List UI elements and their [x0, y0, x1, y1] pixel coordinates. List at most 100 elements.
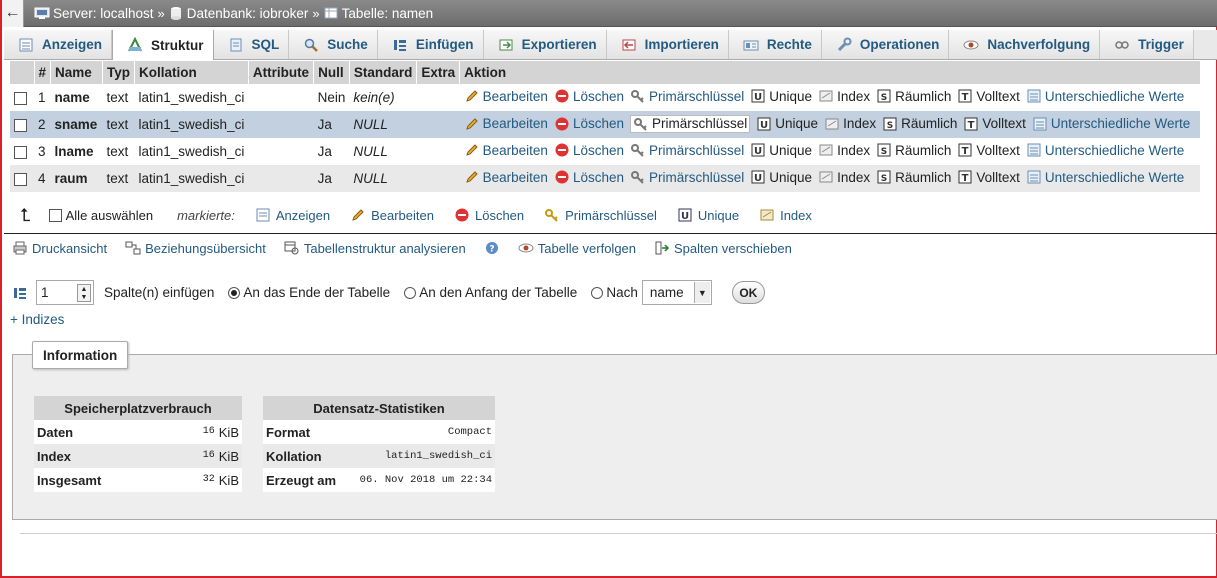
- bulk-unique-button[interactable]: U Unique: [677, 207, 739, 223]
- tab-export[interactable]: Exportieren: [483, 30, 607, 59]
- relations-link[interactable]: Beziehungsübersicht: [125, 240, 266, 256]
- action-primary-link[interactable]: Primärschlüssel: [630, 88, 744, 104]
- back-button[interactable]: ←: [2, 0, 24, 27]
- tab-tracking[interactable]: Nachverfolgung: [949, 30, 1101, 59]
- table-row[interactable]: 3 lname text latin1_swedish_ci Ja NULL Bearbei…: [10, 138, 1201, 165]
- action-unique-link[interactable]: U Unique: [750, 88, 812, 104]
- indexes-toggle-link[interactable]: + Indizes: [10, 312, 64, 327]
- action-distinct-link[interactable]: Unterschiedliche Werte: [1032, 116, 1190, 132]
- analyze-structure-link[interactable]: Tabellenstruktur analysieren: [284, 240, 466, 256]
- row-checkbox[interactable]: [14, 172, 27, 186]
- bulk-primary-button[interactable]: Primärschlüssel: [544, 207, 657, 223]
- position-after-option[interactable]: Nach: [591, 285, 638, 300]
- action-index-link[interactable]: Index: [824, 116, 876, 132]
- svg-text:S: S: [881, 93, 887, 103]
- help-link[interactable]: ?: [484, 240, 500, 256]
- tab-import[interactable]: Importieren: [606, 30, 729, 59]
- svg-text:S: S: [887, 121, 893, 131]
- column-name[interactable]: raum: [50, 165, 103, 192]
- trigger-icon: [1114, 37, 1130, 53]
- tab-search[interactable]: Suche: [289, 30, 378, 59]
- action-edit-link[interactable]: Bearbeiten: [464, 169, 548, 185]
- row-checkbox[interactable]: [14, 145, 27, 159]
- after-column-select[interactable]: name ▼: [641, 280, 712, 305]
- action-distinct-link[interactable]: Unterschiedliche Werte: [1026, 142, 1184, 158]
- action-fulltext-link[interactable]: T Volltext: [957, 88, 1020, 104]
- action-edit-link[interactable]: Bearbeiten: [464, 116, 548, 132]
- breadcrumb-server[interactable]: Server: localhost: [34, 5, 154, 21]
- column-collation: latin1_swedish_ci: [134, 138, 249, 165]
- tab-browse[interactable]: Anzeigen: [4, 30, 113, 59]
- stepper-arrows[interactable]: ▲ ▼: [77, 284, 91, 302]
- stat-value: latin1_swedish_ci: [345, 444, 495, 468]
- table-row[interactable]: 1 name text latin1_swedish_ci Nein kein(e) Bea…: [10, 84, 1201, 111]
- table-row[interactable]: 2 sname text latin1_swedish_ci Ja NULL Bearbei…: [10, 111, 1201, 138]
- action-edit-link[interactable]: Bearbeiten: [464, 88, 548, 104]
- bulk-edit-button[interactable]: Bearbeiten: [350, 207, 434, 223]
- action-delete-link[interactable]: Löschen: [554, 116, 624, 132]
- action-delete-link[interactable]: Löschen: [554, 142, 624, 158]
- column-type: text: [102, 84, 135, 111]
- action-delete-link[interactable]: Löschen: [554, 88, 624, 104]
- action-fulltext-link[interactable]: T Volltext: [957, 142, 1020, 158]
- action-distinct-link[interactable]: Unterschiedliche Werte: [1026, 169, 1184, 185]
- tab-operations[interactable]: Operationen: [821, 30, 950, 59]
- row-checkbox[interactable]: [14, 118, 27, 132]
- print-view-link[interactable]: Druckansicht: [12, 240, 107, 256]
- row-number: 1: [34, 84, 51, 111]
- action-spatial-link[interactable]: S Räumlich: [876, 169, 951, 185]
- spatial-icon: S: [876, 142, 892, 158]
- col-header-select: [10, 61, 35, 84]
- action-distinct-link[interactable]: Unterschiedliche Werte: [1026, 88, 1184, 104]
- ok-button[interactable]: OK: [731, 281, 765, 304]
- select-all-label[interactable]: Alle auswählen: [66, 208, 153, 223]
- tab-insert[interactable]: Einfügen: [377, 30, 484, 59]
- position-end-option[interactable]: An das Ende der Tabelle: [228, 285, 390, 300]
- column-count-stepper[interactable]: 1 ▲ ▼: [36, 280, 94, 305]
- tab-privileges[interactable]: Rechte: [728, 30, 822, 59]
- action-primary-link[interactable]: Primärschlüssel: [630, 142, 744, 158]
- position-after-radio[interactable]: [591, 287, 604, 300]
- tab-trigger[interactable]: Trigger: [1100, 30, 1194, 59]
- space-label: Index: [34, 444, 164, 468]
- breadcrumb-table[interactable]: Tabelle: namen: [323, 5, 433, 21]
- action-primary-link[interactable]: Primärschlüssel: [630, 169, 744, 185]
- column-name[interactable]: lname: [50, 138, 103, 165]
- action-index-link[interactable]: Index: [818, 88, 870, 104]
- action-fulltext-link[interactable]: T Volltext: [963, 116, 1026, 132]
- tab-bar: Anzeigen Struktur SQL Suche Einfügen Exp…: [4, 30, 1217, 60]
- position-begin-option[interactable]: An den Anfang der Tabelle: [404, 285, 577, 300]
- action-unique-link[interactable]: U Unique: [750, 169, 812, 185]
- table-row[interactable]: 4 raum text latin1_swedish_ci Ja NULL Bearbeit…: [10, 165, 1201, 192]
- bulk-index-button[interactable]: Index: [759, 207, 812, 223]
- select-all-checkbox[interactable]: [48, 208, 62, 222]
- action-edit-link[interactable]: Bearbeiten: [464, 142, 548, 158]
- action-index-link[interactable]: Index: [818, 169, 870, 185]
- unique-icon: U: [756, 116, 772, 132]
- action-spatial-link[interactable]: S Räumlich: [882, 116, 957, 132]
- bulk-browse-button[interactable]: Anzeigen: [255, 207, 330, 223]
- tab-structure[interactable]: Struktur: [112, 30, 214, 60]
- row-checkbox[interactable]: [14, 91, 27, 105]
- breadcrumb-database[interactable]: Datenbank: iobroker: [168, 5, 308, 21]
- add-column-icon: [12, 285, 28, 301]
- action-fulltext-link[interactable]: T Volltext: [957, 169, 1020, 185]
- svg-text:U: U: [754, 146, 762, 157]
- column-name[interactable]: sname: [50, 111, 103, 138]
- action-spatial-link[interactable]: S Räumlich: [876, 142, 951, 158]
- action-spatial-link[interactable]: S Räumlich: [876, 88, 951, 104]
- action-primary-link[interactable]: Primärschlüssel: [630, 114, 751, 133]
- tab-sql[interactable]: SQL: [213, 30, 290, 59]
- action-unique-link[interactable]: U Unique: [750, 142, 812, 158]
- bulk-delete-button[interactable]: Löschen: [454, 207, 524, 223]
- position-end-radio[interactable]: [228, 287, 241, 300]
- action-index-link[interactable]: Index: [818, 142, 870, 158]
- column-null: Nein: [313, 84, 350, 111]
- move-columns-link[interactable]: Spalten verschieben: [654, 240, 792, 256]
- track-table-link[interactable]: Tabelle verfolgen: [518, 240, 636, 256]
- row-number: 3: [34, 138, 51, 165]
- column-name[interactable]: name: [50, 84, 103, 111]
- action-unique-link[interactable]: U Unique: [756, 116, 818, 132]
- action-delete-link[interactable]: Löschen: [554, 169, 624, 185]
- position-begin-radio[interactable]: [404, 287, 417, 300]
